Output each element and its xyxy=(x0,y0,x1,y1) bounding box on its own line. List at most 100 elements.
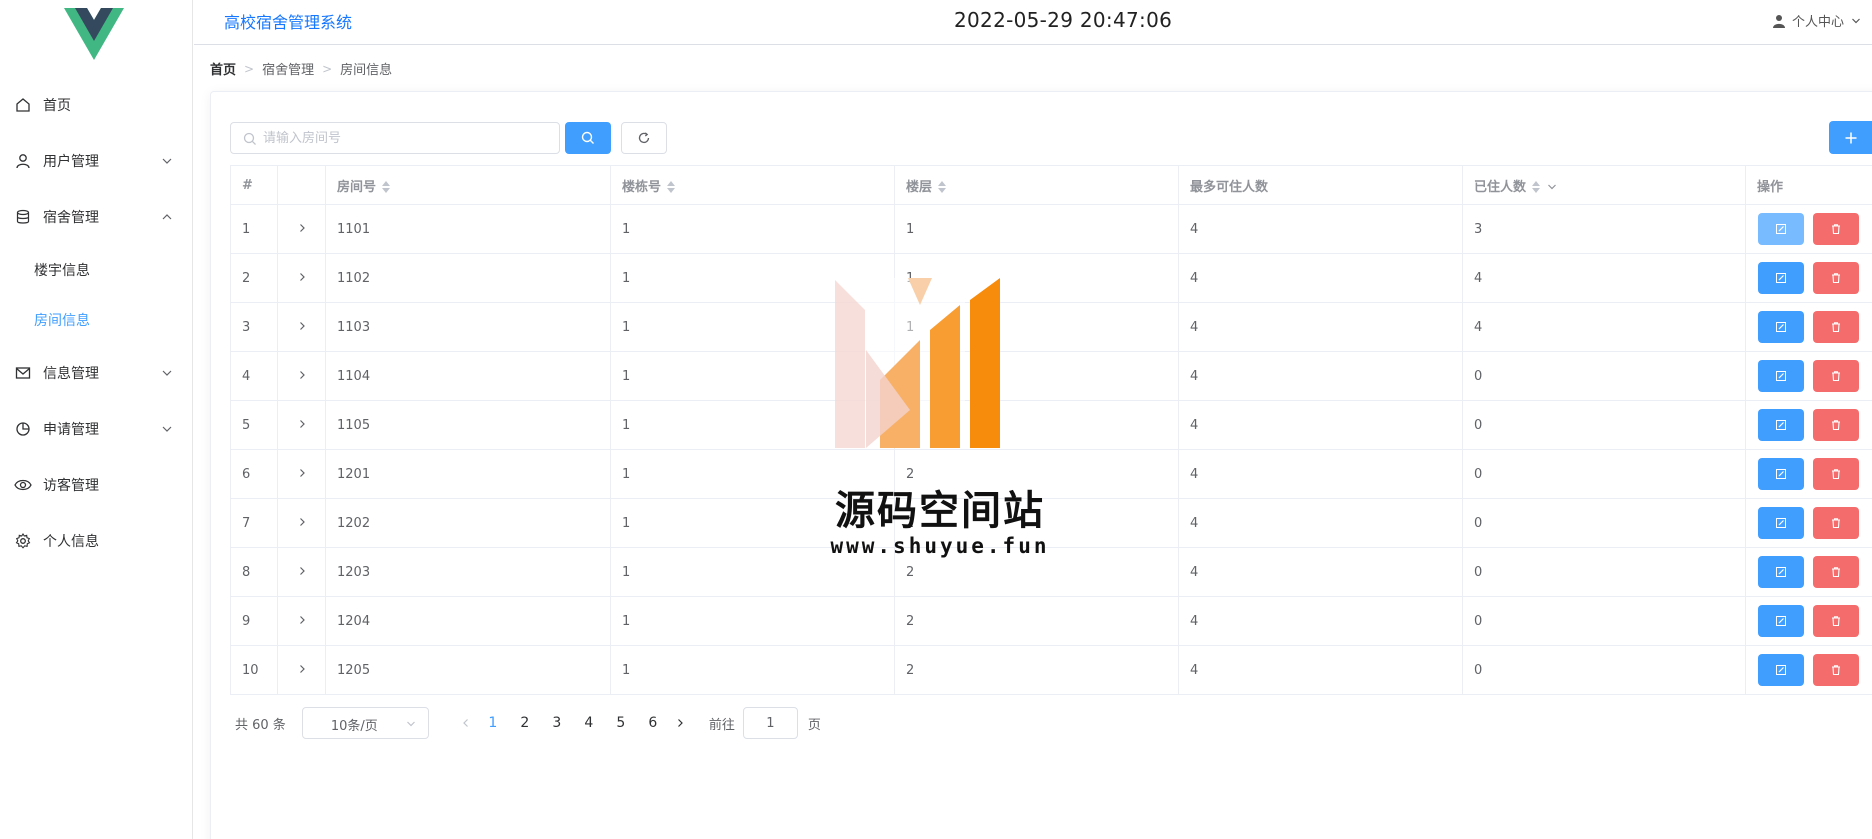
refresh-icon xyxy=(638,132,650,144)
delete-button[interactable] xyxy=(1813,213,1859,245)
delete-button[interactable] xyxy=(1813,360,1859,392)
cell-index: 1 xyxy=(230,204,278,254)
prev-page-button[interactable] xyxy=(455,718,477,728)
add-room-button[interactable] xyxy=(1829,121,1872,154)
edit-button[interactable] xyxy=(1758,360,1804,392)
edit-button[interactable] xyxy=(1758,605,1804,637)
sidebar-item-user-management[interactable]: 用户管理 xyxy=(0,133,193,189)
goto-unit: 页 xyxy=(807,717,821,733)
datetime-display: 2022-05-29 20:47:06 xyxy=(954,8,1173,32)
room-search-input[interactable] xyxy=(263,123,553,153)
page-number[interactable]: 4 xyxy=(573,715,605,731)
row-expand-toggle[interactable] xyxy=(277,253,326,303)
chevron-right-icon: > xyxy=(322,61,333,76)
cell-floor: 2 xyxy=(894,449,1179,499)
trash-icon xyxy=(1832,665,1840,676)
page-number[interactable]: 3 xyxy=(541,715,573,731)
edit-button[interactable] xyxy=(1758,556,1804,588)
sidebar-item-label: 访客管理 xyxy=(43,478,99,494)
sidebar-item-building-info[interactable]: 楼宇信息 xyxy=(0,245,193,295)
page-number[interactable]: 5 xyxy=(605,715,637,731)
chevron-right-icon xyxy=(299,419,305,428)
col-floor-header[interactable]: 楼层 xyxy=(894,165,1179,205)
delete-button[interactable] xyxy=(1813,458,1859,490)
col-room-header[interactable]: 房间号 xyxy=(325,165,611,205)
breadcrumb-dorm-management[interactable]: 宿舍管理 xyxy=(262,59,314,78)
row-expand-toggle[interactable] xyxy=(277,498,326,548)
row-expand-toggle[interactable] xyxy=(277,400,326,450)
edit-button[interactable] xyxy=(1758,213,1804,245)
page-number[interactable]: 2 xyxy=(509,715,541,731)
breadcrumb-home[interactable]: 首页 xyxy=(210,59,236,78)
reset-button[interactable] xyxy=(621,122,667,154)
delete-button[interactable] xyxy=(1813,507,1859,539)
cell-floor: 2 xyxy=(894,547,1179,597)
sidebar-item-visitor-management[interactable]: 访客管理 xyxy=(0,457,193,513)
search-button[interactable] xyxy=(565,122,611,154)
cell-max-occupancy: 4 xyxy=(1178,645,1463,695)
row-expand-toggle[interactable] xyxy=(277,645,326,695)
chevron-right-icon xyxy=(299,566,305,575)
col-current-header[interactable]: 已住人数 xyxy=(1462,165,1746,205)
table-row: 2 1102 1 1 4 4 xyxy=(230,253,1872,303)
page-size-select[interactable]: 10条/页 xyxy=(301,707,429,739)
delete-button[interactable] xyxy=(1813,556,1859,588)
sidebar-item-personal-info[interactable]: 个人信息 xyxy=(0,513,193,569)
col-building-header[interactable]: 楼栋号 xyxy=(610,165,895,205)
table-row: 4 1104 1 1 4 0 xyxy=(230,351,1872,401)
next-page-button[interactable] xyxy=(669,718,691,728)
chevron-down-icon xyxy=(162,370,172,376)
user-center-dropdown[interactable]: 个人中心 xyxy=(1772,11,1862,30)
cell-building: 1 xyxy=(610,449,895,499)
cell-current-occupancy: 0 xyxy=(1462,645,1746,695)
edit-button[interactable] xyxy=(1758,654,1804,686)
delete-button[interactable] xyxy=(1813,311,1859,343)
edit-button[interactable] xyxy=(1758,262,1804,294)
sort-caret-icon[interactable] xyxy=(1531,180,1541,194)
cell-max-occupancy: 4 xyxy=(1178,596,1463,646)
edit-button[interactable] xyxy=(1758,311,1804,343)
row-expand-toggle[interactable] xyxy=(277,351,326,401)
cell-building: 1 xyxy=(610,302,895,352)
sidebar-item-label: 首页 xyxy=(43,98,71,114)
chevron-down-icon xyxy=(162,426,172,432)
row-expand-toggle[interactable] xyxy=(277,204,326,254)
sidebar-item-room-info[interactable]: 房间信息 xyxy=(0,295,193,345)
chevron-up-icon xyxy=(162,214,172,220)
sidebar-item-info-management[interactable]: 信息管理 xyxy=(0,345,193,401)
sort-caret-icon[interactable] xyxy=(381,180,391,194)
col-expand-header xyxy=(277,165,326,205)
sort-caret-icon[interactable] xyxy=(666,180,676,194)
edit-button[interactable] xyxy=(1758,458,1804,490)
edit-button[interactable] xyxy=(1758,409,1804,441)
pie-chart-icon xyxy=(14,420,32,438)
trash-icon xyxy=(1832,616,1840,627)
chevron-right-icon xyxy=(677,719,683,727)
cell-max-occupancy: 4 xyxy=(1178,449,1463,499)
delete-button[interactable] xyxy=(1813,262,1859,294)
sidebar-item-dorm-management[interactable]: 宿舍管理 xyxy=(0,189,193,245)
page-number[interactable]: 6 xyxy=(637,715,669,731)
page-number[interactable]: 1 xyxy=(477,715,509,731)
room-search-box[interactable] xyxy=(230,122,560,154)
cell-floor: 2 xyxy=(894,596,1179,646)
row-expand-toggle[interactable] xyxy=(277,302,326,352)
cell-index: 8 xyxy=(230,547,278,597)
delete-button[interactable] xyxy=(1813,409,1859,441)
row-expand-toggle[interactable] xyxy=(277,596,326,646)
table-row: 5 1105 1 1 4 0 xyxy=(230,400,1872,450)
sort-caret-icon[interactable] xyxy=(937,180,947,194)
cell-floor: 1 xyxy=(894,204,1179,254)
sidebar-item-home[interactable]: 首页 xyxy=(0,77,193,133)
delete-button[interactable] xyxy=(1813,654,1859,686)
cell-room: 1102 xyxy=(325,253,611,303)
row-expand-toggle[interactable] xyxy=(277,449,326,499)
row-expand-toggle[interactable] xyxy=(277,547,326,597)
sidebar-item-application-management[interactable]: 申请管理 xyxy=(0,401,193,457)
filter-chevron-icon[interactable] xyxy=(1547,182,1557,192)
delete-button[interactable] xyxy=(1813,605,1859,637)
user-center-label: 个人中心 xyxy=(1791,15,1844,30)
gear-icon xyxy=(14,532,32,550)
edit-button[interactable] xyxy=(1758,507,1804,539)
goto-page-input[interactable] xyxy=(742,707,798,739)
